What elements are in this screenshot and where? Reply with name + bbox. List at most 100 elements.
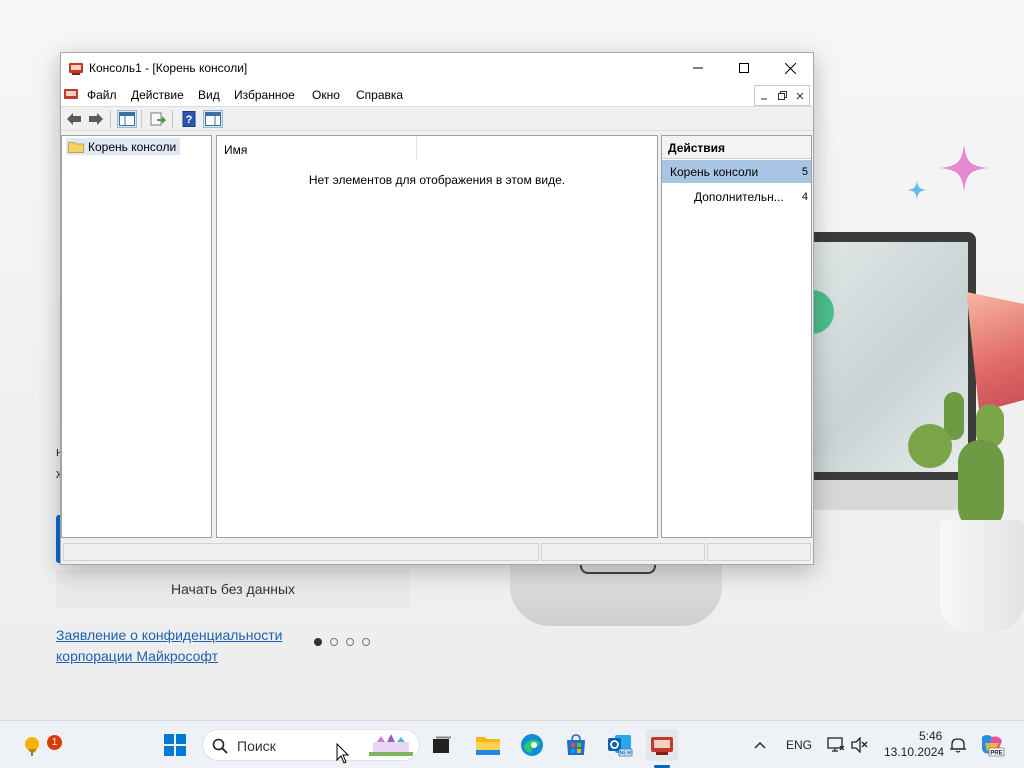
menu-file[interactable]: Файл <box>87 88 117 102</box>
toolbar-separator <box>110 110 111 128</box>
outlook-new-icon: NEW <box>608 735 633 757</box>
column-header-label: Имя <box>224 143 248 157</box>
column-header-name[interactable]: Имя <box>217 136 417 160</box>
console-app-icon <box>651 737 673 755</box>
task-view-button[interactable] <box>426 729 458 761</box>
status-cell <box>63 543 539 561</box>
tree-item-console-root[interactable]: Корень консоли <box>66 138 181 155</box>
task-view-icon <box>433 736 451 753</box>
menu-help[interactable]: Справка <box>356 88 403 102</box>
file-explorer-button[interactable] <box>472 729 504 761</box>
search-icon <box>212 738 228 754</box>
mdi-restore-button[interactable] <box>773 86 791 105</box>
outlook-new-button[interactable]: NEW <box>604 729 636 761</box>
copilot-pre-icon: PRE <box>982 735 1005 757</box>
mmc-console-taskbar-button[interactable] <box>646 729 678 761</box>
export-list-button[interactable] <box>148 110 168 128</box>
svg-text:PRE: PRE <box>990 751 1002 757</box>
actions-header: Действия <box>662 136 811 159</box>
svg-text:NEW: NEW <box>620 751 632 757</box>
actions-more-label: Дополнительн... <box>694 190 784 204</box>
mdi-minimize-button[interactable] <box>755 86 773 105</box>
show-hidden-icons-button[interactable] <box>744 729 776 761</box>
sparkle-icon <box>940 144 988 192</box>
carousel-dot[interactable] <box>314 638 322 646</box>
mouse-cursor-icon <box>336 743 350 764</box>
start-without-data-button[interactable]: Начать без данных <box>56 570 410 608</box>
microsoft-store-button[interactable] <box>560 729 592 761</box>
show-hide-action-pane-button[interactable] <box>203 110 223 128</box>
network-ethernet-icon <box>827 737 845 752</box>
notification-badge: 1 <box>47 735 62 750</box>
title-bar[interactable]: Консоль1 - [Корень консоли] <box>61 53 813 83</box>
file-explorer-icon <box>476 737 500 755</box>
arrow-left-icon <box>67 113 81 125</box>
plant-pot-illustration <box>940 520 1024 632</box>
show-hide-console-tree-button[interactable] <box>117 110 137 128</box>
privacy-link-line1[interactable]: Заявление о конфиденциальности <box>56 625 282 646</box>
copilot-button[interactable]: PRE <box>976 729 1008 761</box>
volume-button[interactable] <box>844 729 876 761</box>
chevron-up-icon <box>754 742 766 749</box>
mdi-close-button[interactable] <box>791 86 809 105</box>
folder-icon <box>68 141 84 153</box>
minimize-icon <box>761 98 767 99</box>
export-list-icon <box>150 112 166 126</box>
actions-section-console-root[interactable]: Корень консоли 5 <box>662 160 811 183</box>
taskbar: 1 Поиск NEW ENG 5:46 13.10.2024 PRE <box>0 720 1024 768</box>
search-highlight-illustration-icon <box>369 734 413 756</box>
menu-favorites[interactable]: Избранное <box>234 88 295 102</box>
menu-action[interactable]: Действие <box>131 88 184 102</box>
notification-bell-icon <box>950 738 966 753</box>
console-system-menu-icon[interactable] <box>63 86 79 102</box>
privacy-statement-link[interactable]: Заявление о конфиденциальности корпораци… <box>56 625 282 667</box>
menu-bar: Файл Действие Вид Избранное Окно Справка <box>61 83 813 106</box>
edge-browser-icon <box>521 734 543 756</box>
carousel-dot[interactable] <box>346 638 354 646</box>
actions-header-label: Действия <box>668 141 726 155</box>
start-button[interactable] <box>159 729 191 761</box>
widgets-button[interactable]: 1 <box>16 729 62 761</box>
help-button[interactable]: ? <box>179 110 199 128</box>
privacy-link-line2[interactable]: корпорации Майкрософт <box>56 646 282 667</box>
menu-window[interactable]: Окно <box>312 88 340 102</box>
minimize-icon <box>693 67 703 69</box>
tree-item-label: Корень консоли <box>88 139 177 154</box>
clock-date[interactable]: 13.10.2024 <box>884 745 944 759</box>
actions-pane: Действия Корень консоли 5 Дополнительн..… <box>661 135 812 538</box>
carousel-dots <box>314 638 370 646</box>
maximize-icon <box>739 63 749 73</box>
maximize-button[interactable] <box>721 53 767 83</box>
status-bar <box>61 541 813 563</box>
toolbar-separator <box>172 110 173 128</box>
submenu-arrow-icon: 4 <box>801 191 808 203</box>
back-button[interactable] <box>64 110 84 128</box>
cactus-illustration <box>958 440 1004 530</box>
results-pane[interactable]: Имя Нет элементов для отображения в этом… <box>216 135 658 538</box>
carousel-dot[interactable] <box>362 638 370 646</box>
help-book-icon: ? <box>182 111 196 127</box>
actions-more-item[interactable]: Дополнительн... 4 <box>662 185 811 207</box>
close-button[interactable] <box>767 53 813 83</box>
input-language-indicator[interactable]: ENG <box>786 738 812 752</box>
arrow-right-icon <box>89 113 103 125</box>
weather-widget-icon <box>25 737 39 756</box>
minimize-button[interactable] <box>675 53 721 83</box>
forward-button[interactable] <box>86 110 106 128</box>
cactus-illustration <box>908 424 952 468</box>
window-title: Консоль1 - [Корень консоли] <box>89 61 248 75</box>
microsoft-store-icon <box>567 734 585 755</box>
close-icon <box>796 92 804 99</box>
edge-browser-button[interactable] <box>516 729 548 761</box>
mdi-child-controls <box>754 85 810 106</box>
collapse-arrow-icon[interactable]: 5 <box>802 166 808 178</box>
action-pane-icon <box>205 112 221 126</box>
console-tree-pane[interactable]: Корень консоли <box>61 135 212 538</box>
close-icon <box>784 62 796 74</box>
clock-time[interactable]: 5:46 <box>919 729 942 743</box>
menu-view[interactable]: Вид <box>198 88 220 102</box>
speaker-muted-icon <box>851 737 868 753</box>
notifications-button[interactable] <box>942 729 974 761</box>
carousel-dot[interactable] <box>330 638 338 646</box>
taskbar-search-box[interactable]: Поиск <box>202 729 420 761</box>
